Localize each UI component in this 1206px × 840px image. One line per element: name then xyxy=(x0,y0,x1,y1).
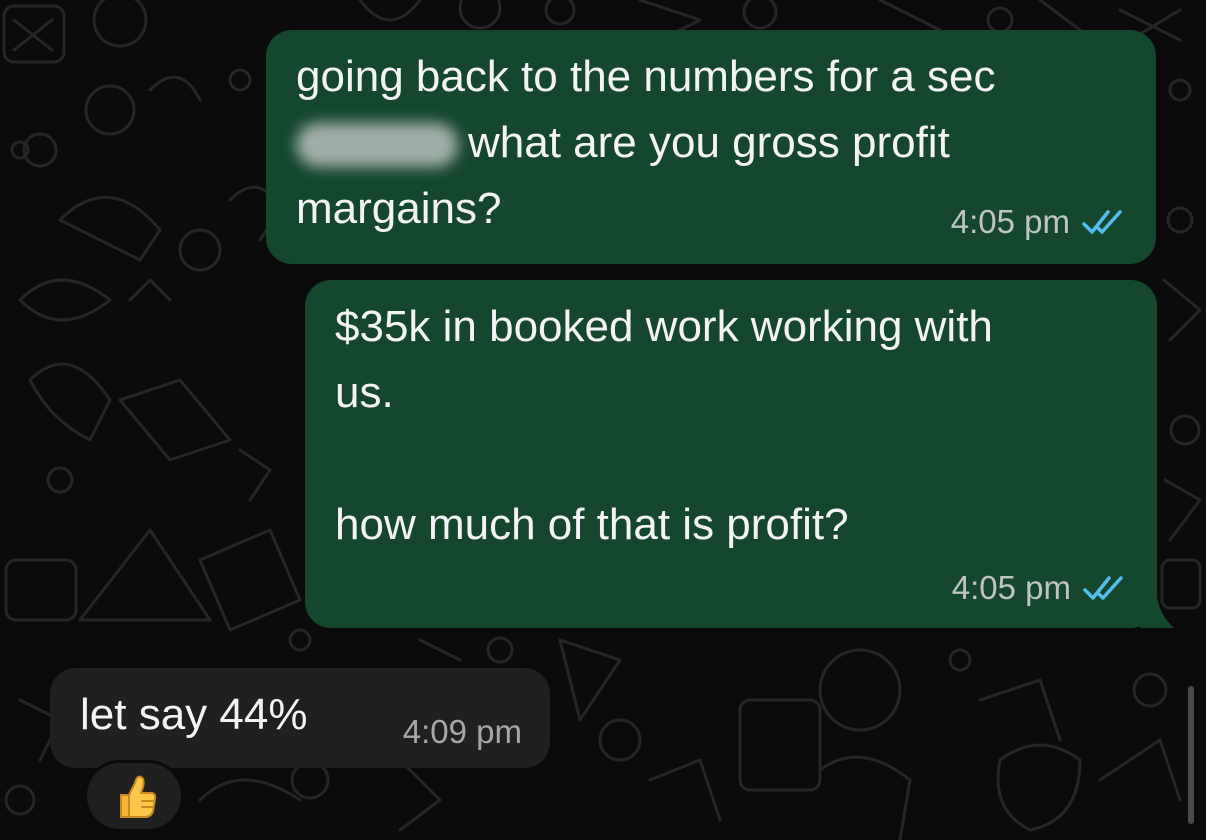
read-ticks-icon xyxy=(1083,576,1123,600)
message-meta: 4:05 pm xyxy=(951,202,1128,242)
message-meta: 4:09 pm xyxy=(403,712,522,752)
message-timestamp: 4:09 pm xyxy=(402,713,522,750)
message-text: us. xyxy=(335,368,394,417)
message-text xyxy=(335,426,1127,492)
blurred-name-redaction xyxy=(296,123,458,168)
message-bubble-outgoing[interactable]: $35k in booked work working with us. how… xyxy=(305,280,1157,628)
message-bubble-incoming[interactable]: let say 44% 4:09 pm xyxy=(50,668,550,768)
message-text: how much of that is profit? xyxy=(335,500,849,549)
scrollbar[interactable] xyxy=(1188,686,1194,824)
message-text: $35k in booked work working with xyxy=(335,302,993,351)
message-meta: 4:05 pm xyxy=(952,568,1129,608)
message-timestamp: 4:05 pm xyxy=(951,569,1071,606)
read-ticks-icon xyxy=(1082,210,1122,234)
message-timestamp: 4:05 pm xyxy=(950,203,1070,240)
message-text: going back to the numbers for a sec xyxy=(296,52,996,101)
message-bubble-outgoing[interactable]: going back to the numbers for a sec what… xyxy=(266,30,1156,264)
message-reaction[interactable] xyxy=(84,760,184,832)
message-text: what are you gross profit xyxy=(468,118,950,167)
thumbs-up-icon xyxy=(120,775,157,818)
bubble-tail xyxy=(1140,590,1174,628)
